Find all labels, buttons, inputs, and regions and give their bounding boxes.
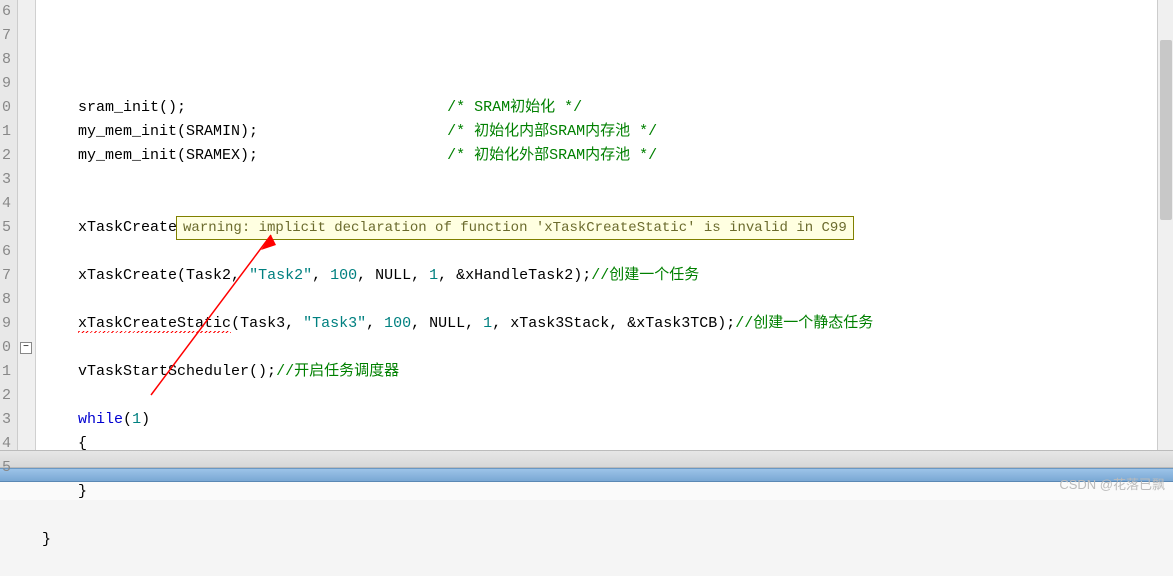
func-token: my_mem_init(SRAMEX);: [42, 147, 258, 164]
line-number-gutter: 67890123456789012345: [0, 0, 18, 450]
ident-token: NULL: [429, 315, 465, 332]
comment-token: /* SRAM初始化 */: [447, 99, 582, 116]
code-line[interactable]: xTaskCreateStatic(Task3, "Task3", 100, N…: [42, 312, 1172, 336]
func-token: xTaskCreateStatic: [78, 315, 231, 333]
number-token: 100: [384, 315, 411, 332]
func-token: vTaskStartScheduler();: [42, 363, 276, 380]
line-number: 5: [2, 456, 11, 480]
line-number: 8: [2, 48, 11, 72]
code-line[interactable]: [42, 288, 1172, 312]
string-token: "Task3": [303, 315, 366, 332]
line-number: 0: [2, 336, 11, 360]
code-line[interactable]: sram_init(); /* SRAM初始化 */: [42, 96, 1172, 120]
code-line[interactable]: [42, 504, 1172, 528]
comment-token: //创建一个任务: [591, 267, 699, 284]
code-token: [42, 411, 78, 428]
code-line[interactable]: [42, 552, 1172, 576]
line-number: 7: [2, 24, 11, 48]
code-token: (: [123, 411, 132, 428]
line-number: 2: [2, 144, 11, 168]
number-token: 100: [330, 267, 357, 284]
code-token: ): [141, 411, 150, 428]
vertical-scrollbar[interactable]: [1157, 0, 1173, 450]
code-token: ,: [357, 267, 375, 284]
line-number: 4: [2, 192, 11, 216]
line-number: 9: [2, 312, 11, 336]
code-line[interactable]: [42, 384, 1172, 408]
code-line[interactable]: {: [42, 432, 1172, 456]
code-line[interactable]: xTaskCreate(Task2, "Task2", 100, NULL, 1…: [42, 264, 1172, 288]
code-line[interactable]: }: [42, 528, 1172, 552]
comment-token: //开启任务调度器: [276, 363, 399, 380]
code-line[interactable]: [42, 336, 1172, 360]
ident-token: NULL: [375, 267, 411, 284]
comment-token: /* 初始化外部SRAM内存池 */: [447, 147, 657, 164]
code-token: [186, 99, 447, 116]
line-number: 3: [2, 408, 11, 432]
comment-token: //创建一个静态任务: [735, 315, 873, 332]
line-number: 1: [2, 120, 11, 144]
line-number: 8: [2, 288, 11, 312]
code-token: ,: [411, 315, 429, 332]
line-number: 5: [2, 216, 11, 240]
code-token: ,: [366, 315, 384, 332]
code-line[interactable]: my_mem_init(SRAMEX); /* 初始化外部SRAM内存池 */: [42, 144, 1172, 168]
number-token: 1: [483, 315, 492, 332]
line-number: 6: [2, 240, 11, 264]
line-number: 0: [2, 96, 11, 120]
warning-tooltip: warning: implicit declaration of functio…: [176, 216, 854, 240]
code-token: [42, 315, 78, 332]
code-line[interactable]: }: [42, 480, 1172, 504]
code-line[interactable]: my_mem_init(SRAMIN); /* 初始化内部SRAM内存池 */: [42, 120, 1172, 144]
line-number: 4: [2, 432, 11, 456]
code-token: ,: [312, 267, 330, 284]
code-line[interactable]: while(1): [42, 408, 1172, 432]
line-number: 9: [2, 72, 11, 96]
func-token: sram_init();: [42, 99, 186, 116]
code-token: }: [42, 531, 51, 548]
code-token: }: [42, 483, 87, 500]
code-token: , xTask3Stack, &xTask3TCB);: [492, 315, 735, 332]
code-token: {: [42, 435, 87, 452]
keyword-token: while: [78, 411, 123, 428]
fold-column[interactable]: −: [18, 0, 36, 450]
code-line[interactable]: [42, 456, 1172, 480]
line-number: 7: [2, 264, 11, 288]
line-number: 2: [2, 384, 11, 408]
code-line[interactable]: [42, 192, 1172, 216]
number-token: 1: [132, 411, 141, 428]
code-token: ,: [465, 315, 483, 332]
string-token: "Task2": [249, 267, 312, 284]
line-number: 3: [2, 168, 11, 192]
code-token: (Task3,: [231, 315, 303, 332]
comment-token: /* 初始化内部SRAM内存池 */: [447, 123, 657, 140]
fold-toggle-icon[interactable]: −: [20, 342, 32, 354]
code-line[interactable]: [42, 168, 1172, 192]
code-token: ,: [411, 267, 429, 284]
code-token: , &xHandleTask2);: [438, 267, 591, 284]
func-token: xTaskCreate(Task2,: [42, 267, 249, 284]
code-token: [258, 123, 447, 140]
func-token: my_mem_init(SRAMIN);: [42, 123, 258, 140]
line-number: 1: [2, 360, 11, 384]
code-token: [258, 147, 447, 164]
code-content[interactable]: warning: implicit declaration of functio…: [36, 0, 1172, 450]
scroll-thumb[interactable]: [1160, 40, 1172, 220]
code-editor[interactable]: 67890123456789012345 − warning: implicit…: [0, 0, 1173, 450]
line-number: 6: [2, 0, 11, 24]
number-token: 1: [429, 267, 438, 284]
code-line[interactable]: vTaskStartScheduler();//开启任务调度器: [42, 360, 1172, 384]
code-line[interactable]: [42, 240, 1172, 264]
